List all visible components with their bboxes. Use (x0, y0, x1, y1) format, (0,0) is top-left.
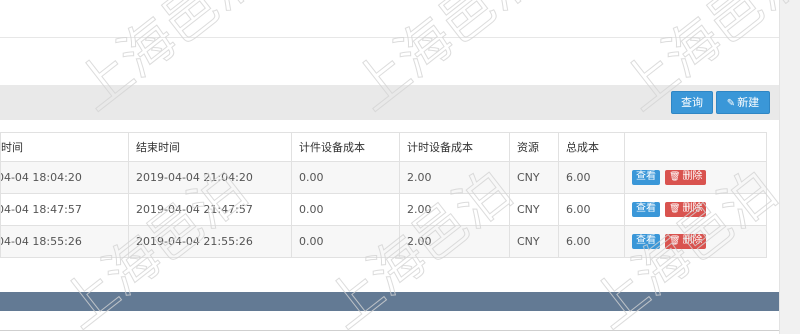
cell-resource: CNY (509, 193, 559, 226)
table-row: -04-04 18:55:26 2019-04-04 21:55:26 0.00… (0, 225, 767, 258)
cell-total: 6.00 (558, 193, 625, 226)
cost-table: 时间 结束时间 计件设备成本 计时设备成本 资源 总成本 -04-04 18:0… (0, 132, 767, 258)
view-button[interactable]: 查看 (632, 202, 660, 217)
view-button-label: 查看 (636, 235, 656, 246)
table-header-row: 时间 结束时间 计件设备成本 计时设备成本 资源 总成本 (0, 132, 767, 162)
delete-button[interactable]: 🗑 删除 (665, 234, 707, 249)
cell-end-time: 2019-04-04 21:55:26 (128, 225, 292, 258)
table-row: -04-04 18:04:20 2019-04-04 21:04:20 0.00… (0, 161, 767, 194)
header-piece-equipment-cost[interactable]: 计件设备成本 (291, 132, 400, 162)
delete-button[interactable]: 🗑 删除 (665, 202, 707, 217)
query-button[interactable]: 查询 (671, 91, 713, 114)
delete-button-label: 删除 (682, 203, 703, 214)
view-button[interactable]: 查看 (632, 170, 660, 185)
cell-actions: 查看 🗑 删除 (624, 193, 767, 226)
header-actions (624, 132, 767, 162)
view-button[interactable]: 查看 (632, 234, 660, 249)
view-button-label: 查看 (636, 171, 656, 182)
query-button-label: 查询 (681, 96, 703, 109)
header-end-time[interactable]: 结束时间 (128, 132, 292, 162)
toolbar (0, 85, 779, 120)
header-resource[interactable]: 资源 (509, 132, 559, 162)
cell-actions: 查看 🗑 删除 (624, 161, 767, 194)
cell-total: 6.00 (558, 161, 625, 194)
cell-end-time: 2019-04-04 21:04:20 (128, 161, 292, 194)
cell-resource: CNY (509, 225, 559, 258)
delete-button[interactable]: 🗑 删除 (665, 170, 707, 185)
cell-piece-cost: 0.00 (291, 161, 400, 194)
footer-bar (0, 292, 779, 311)
cell-actions: 查看 🗑 删除 (624, 225, 767, 258)
cell-total: 6.00 (558, 225, 625, 258)
pencil-icon: ✎ (726, 98, 736, 109)
cell-start-time: -04-04 18:55:26 (0, 225, 129, 258)
new-button[interactable]: ✎ 新建 (716, 91, 770, 114)
cell-time-cost: 2.00 (399, 225, 510, 258)
delete-button-label: 删除 (682, 235, 703, 246)
bottom-divider (0, 330, 779, 331)
vertical-scrollbar[interactable] (779, 0, 800, 334)
header-start-time[interactable]: 时间 (0, 132, 129, 162)
cell-piece-cost: 0.00 (291, 193, 400, 226)
table-row: -04-04 18:47:57 2019-04-04 21:47:57 0.00… (0, 193, 767, 226)
cell-time-cost: 2.00 (399, 161, 510, 194)
header-total-cost[interactable]: 总成本 (558, 132, 625, 162)
top-panel (0, 0, 779, 38)
cell-end-time: 2019-04-04 21:47:57 (128, 193, 292, 226)
view-button-label: 查看 (636, 203, 656, 214)
delete-button-label: 删除 (682, 171, 703, 182)
cell-resource: CNY (509, 161, 559, 194)
trash-icon: 🗑 (669, 172, 681, 182)
cell-piece-cost: 0.00 (291, 225, 400, 258)
cell-start-time: -04-04 18:47:57 (0, 193, 129, 226)
cell-start-time: -04-04 18:04:20 (0, 161, 129, 194)
trash-icon: 🗑 (669, 236, 681, 246)
trash-icon: 🗑 (669, 204, 681, 214)
new-button-label: 新建 (737, 96, 760, 109)
header-time-equipment-cost[interactable]: 计时设备成本 (399, 132, 510, 162)
cell-time-cost: 2.00 (399, 193, 510, 226)
